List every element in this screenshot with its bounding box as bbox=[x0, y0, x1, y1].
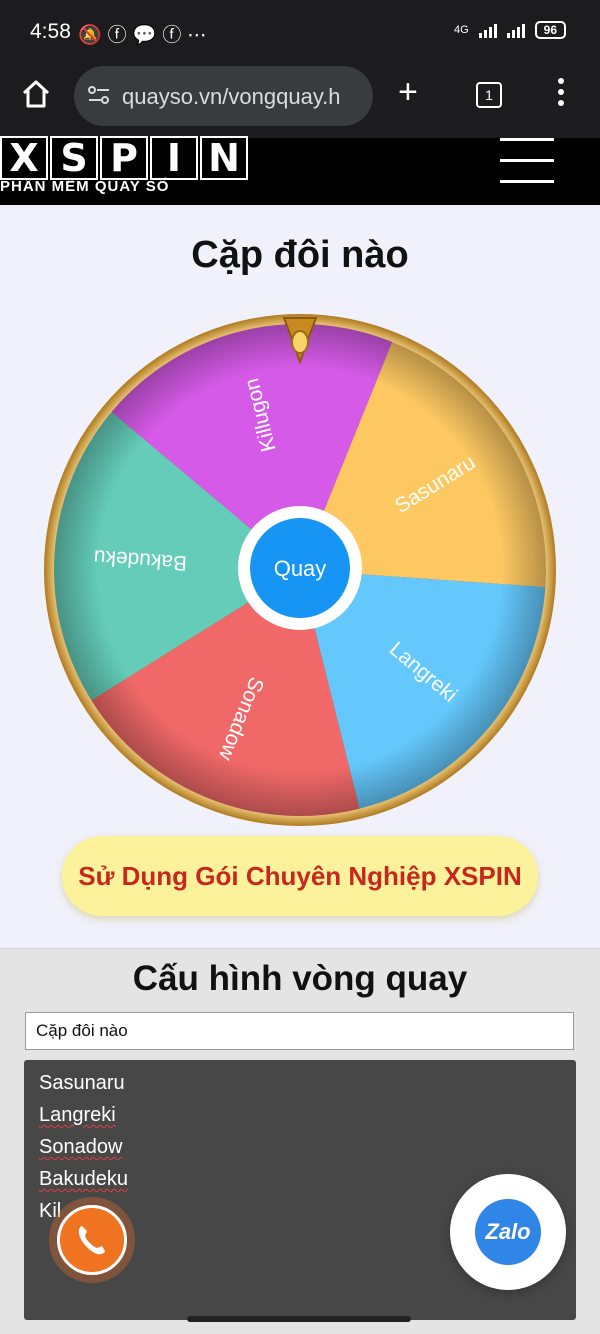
zalo-icon: Zalo bbox=[475, 1199, 541, 1265]
browser-toolbar: quayso.vn/vongquay.h + 1 bbox=[0, 62, 600, 138]
list-item: Sonadow bbox=[39, 1136, 123, 1158]
mute-icon: 🔕 bbox=[78, 25, 108, 46]
plus-icon: + bbox=[398, 73, 418, 111]
pro-package-button[interactable]: Sử Dụng Gói Chuyên Nghiệp XSPIN bbox=[62, 836, 538, 916]
messenger-icon: 💬 bbox=[132, 25, 163, 46]
tab-switcher-button[interactable]: 1 bbox=[476, 82, 502, 108]
logo-subtitle: PHẦN MỀM QUAY SỐ bbox=[0, 178, 170, 195]
facebook-icon: ⓕ bbox=[162, 25, 188, 46]
status-bar: 4:58 🔕ⓕ💬ⓕ⋯ 4G 96 bbox=[0, 0, 600, 62]
xspin-logo[interactable]: X S P I N PHẦN MỀM QUAY SỐ bbox=[0, 136, 248, 198]
home-button[interactable] bbox=[18, 76, 54, 112]
wheel-title: Cặp đôi nào bbox=[191, 234, 409, 276]
zalo-chat-button[interactable]: Zalo bbox=[450, 1174, 566, 1290]
facebook-icon: ⓕ bbox=[107, 25, 133, 46]
site-settings-icon[interactable] bbox=[86, 82, 112, 108]
spin-button-label: Quay bbox=[274, 556, 327, 581]
phone-icon bbox=[78, 1226, 105, 1255]
browser-menu-button[interactable] bbox=[556, 78, 566, 111]
signal-icon bbox=[478, 22, 497, 38]
battery-indicator: 96 bbox=[534, 21, 566, 39]
wheel-title-input[interactable] bbox=[25, 1012, 574, 1050]
url-text: quayso.vn/vongquay.h bbox=[122, 84, 341, 109]
more-icon: ⋯ bbox=[187, 25, 213, 46]
list-item: Sasunaru bbox=[39, 1072, 125, 1094]
notification-icons: 🔕ⓕ💬ⓕ⋯ bbox=[78, 20, 212, 47]
home-icon bbox=[22, 80, 50, 108]
call-button[interactable] bbox=[49, 1197, 135, 1283]
address-bar[interactable]: quayso.vn/vongquay.h bbox=[74, 66, 373, 126]
hamburger-menu-button[interactable] bbox=[500, 138, 554, 186]
signal-icon bbox=[506, 22, 525, 38]
clock: 4:58 bbox=[30, 20, 71, 43]
site-header: X S P I N PHẦN MỀM QUAY SỐ bbox=[0, 136, 600, 205]
new-tab-button[interactable]: + bbox=[398, 74, 418, 110]
config-title: Cấu hình vòng quay bbox=[132, 959, 468, 998]
logo-letters: X S P I N bbox=[0, 136, 250, 180]
network-label: 4G bbox=[453, 24, 469, 36]
spin-wheel[interactable]: SasunaruLangrekiSonadowBakudekuKillugon … bbox=[44, 314, 556, 826]
list-item: Langreki bbox=[39, 1104, 116, 1126]
list-item: Bakudeku bbox=[39, 1168, 128, 1190]
gesture-nav-bar bbox=[187, 1316, 411, 1322]
